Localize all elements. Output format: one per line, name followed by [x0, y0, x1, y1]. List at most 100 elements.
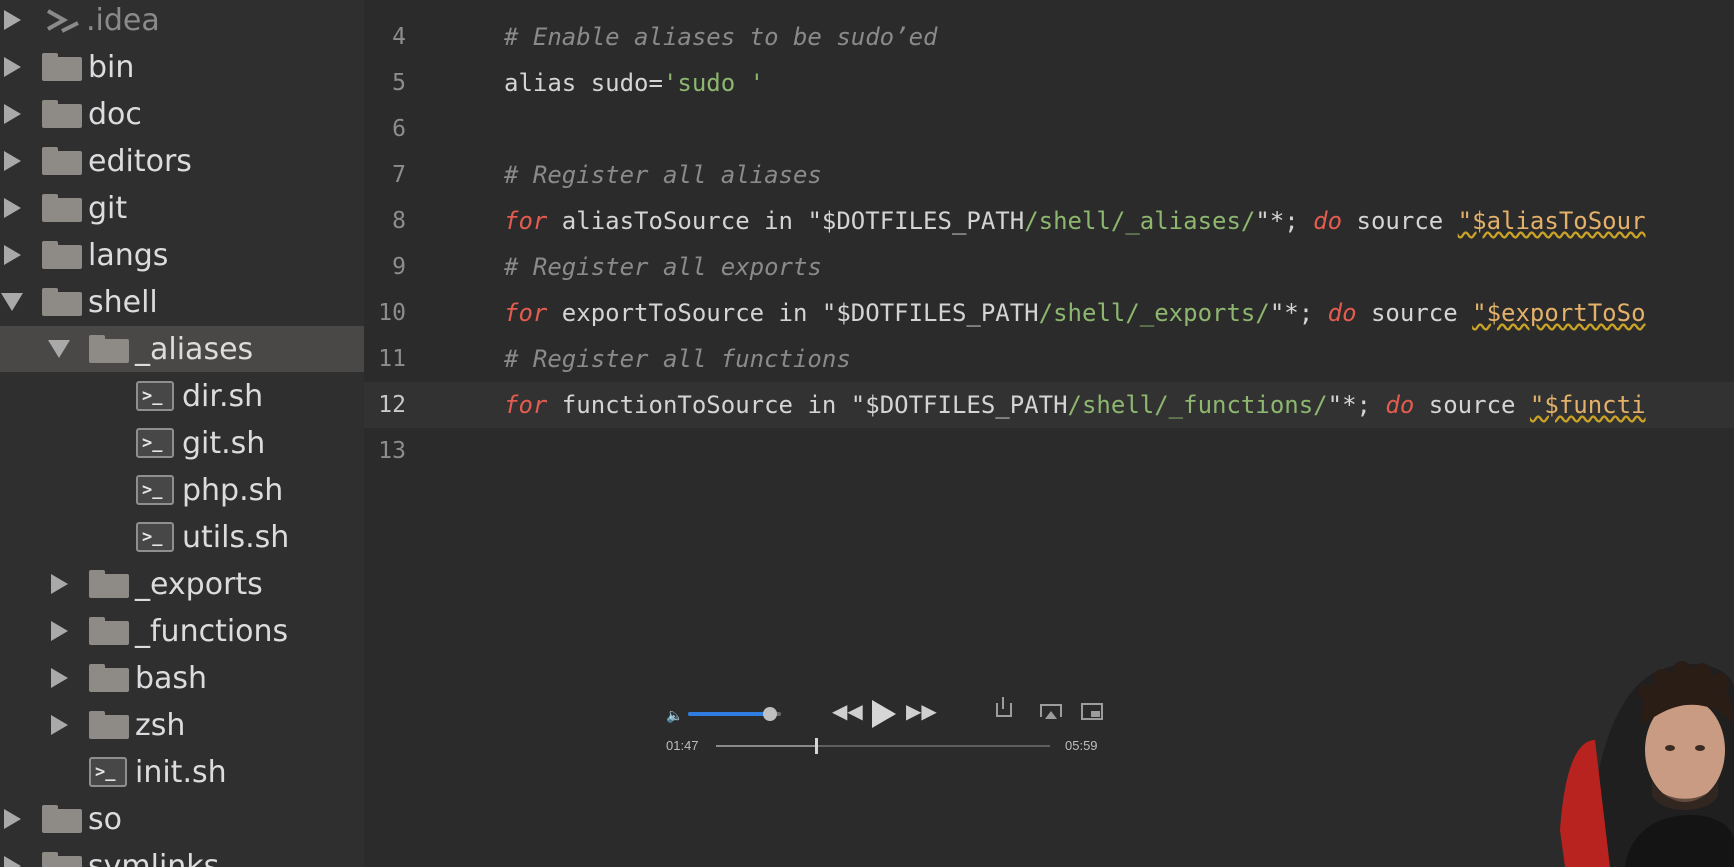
tree-item[interactable]: >_ dir.sh — [0, 373, 364, 419]
folder-icon — [42, 288, 82, 316]
code-token: "*; — [1327, 391, 1386, 419]
code-line[interactable]: 5 alias sudo='sudo ' — [364, 60, 1734, 106]
tree-item[interactable]: bin — [0, 44, 364, 90]
tree-item[interactable]: git — [0, 185, 364, 231]
collapsed-arrow-icon[interactable] — [3, 809, 21, 829]
collapsed-arrow-icon[interactable] — [3, 198, 21, 218]
shell-file-icon: >_ — [89, 757, 127, 787]
code-text: # Register all exports — [504, 253, 822, 281]
tree-item[interactable]: >_ utils.sh — [0, 514, 364, 560]
code-line[interactable]: 7 # Register all aliases — [364, 152, 1734, 198]
folder-icon — [42, 194, 82, 222]
tree-item[interactable]: >_ git.sh — [0, 420, 364, 466]
code-token: for — [504, 391, 548, 419]
picture-in-picture-icon[interactable] — [1081, 703, 1103, 720]
line-number: 8 — [392, 208, 406, 234]
collapsed-arrow-icon[interactable] — [3, 245, 21, 265]
collapsed-arrow-icon[interactable] — [50, 574, 68, 594]
code-line[interactable]: 11 # Register all functions — [364, 336, 1734, 382]
elapsed-time: 01:47 — [666, 738, 699, 753]
tree-item-label: symlinks — [88, 848, 220, 867]
collapsed-arrow-icon[interactable] — [3, 151, 21, 171]
line-number: 13 — [378, 438, 406, 464]
rewind-icon[interactable]: ◀◀ — [832, 699, 863, 724]
tree-item-label: php.sh — [182, 472, 284, 508]
tree-item-label: .idea — [86, 2, 160, 38]
tree-item[interactable]: >_ init.sh — [0, 749, 364, 795]
code-token: # Register all functions — [504, 345, 851, 373]
line-number: 11 — [378, 346, 406, 372]
folder-icon — [89, 570, 129, 598]
fast-forward-icon[interactable]: ▶▶ — [906, 699, 937, 724]
tree-item[interactable]: _exports — [0, 561, 364, 607]
expanded-arrow-icon[interactable] — [48, 340, 70, 358]
code-token: do — [1385, 391, 1415, 419]
code-token: # Register all aliases — [504, 161, 822, 189]
tree-item-label: _aliases — [135, 331, 254, 367]
volume-slider[interactable] — [688, 707, 781, 721]
code-token: 'sudo ' — [662, 69, 765, 97]
total-time: 05:59 — [1065, 738, 1098, 753]
play-icon[interactable] — [872, 700, 896, 728]
code-line[interactable]: 9 # Register all exports — [364, 244, 1734, 290]
scrubber-track[interactable] — [716, 738, 1050, 754]
collapsed-arrow-icon[interactable] — [3, 10, 21, 30]
tree-item[interactable]: _functions — [0, 608, 364, 654]
code-token: source — [1356, 299, 1473, 327]
code-line[interactable]: 8 for aliasToSource in "$DOTFILES_PATH/sh… — [364, 198, 1734, 244]
code-text: alias sudo='sudo ' — [504, 69, 764, 97]
video-player-controls: 🔈 ◀◀ ▶▶ 01:47 05:59 — [650, 690, 1110, 760]
tree-item[interactable]: so — [0, 796, 364, 842]
code-token: # Register all exports — [504, 253, 822, 281]
code-line[interactable]: 10 for exportToSource in "$DOTFILES_PATH/… — [364, 290, 1734, 336]
code-token: "*; — [1255, 207, 1314, 235]
folder-icon — [42, 805, 82, 833]
tree-item[interactable]: doc — [0, 91, 364, 137]
collapsed-arrow-icon[interactable] — [3, 57, 21, 77]
line-number: 5 — [392, 70, 406, 96]
scrubber-knob[interactable] — [814, 738, 818, 754]
collapsed-arrow-icon[interactable] — [3, 104, 21, 124]
tree-item-label: shell — [88, 284, 158, 320]
share-icon[interactable] — [996, 697, 1012, 717]
tree-item-label: zsh — [135, 707, 186, 743]
collapsed-arrow-icon[interactable] — [3, 856, 21, 867]
tree-item[interactable]: symlinks — [0, 843, 364, 867]
line-number: 4 — [392, 24, 406, 50]
code-line[interactable]: 12 for functionToSource in "$DOTFILES_PAT… — [364, 382, 1734, 428]
code-line[interactable]: 13 — [364, 428, 1734, 474]
tree-item[interactable]: bash — [0, 655, 364, 701]
code-line[interactable]: 6 — [364, 106, 1734, 152]
shell-file-icon: >_ — [136, 475, 174, 505]
line-number: 10 — [378, 300, 406, 326]
tree-item[interactable]: .idea — [0, 0, 364, 43]
tree-item[interactable]: zsh — [0, 702, 364, 748]
expanded-arrow-icon[interactable] — [1, 293, 23, 311]
code-text: # Register all aliases — [504, 161, 822, 189]
airplay-icon[interactable] — [1040, 704, 1062, 719]
code-text: # Register all functions — [504, 345, 851, 373]
shell-file-icon: >_ — [136, 381, 174, 411]
code-token: source — [1342, 207, 1458, 235]
line-number: 12 — [378, 392, 406, 418]
tree-item[interactable]: >_ php.sh — [0, 467, 364, 513]
code-token: /shell/_aliases/ — [1024, 207, 1256, 235]
tree-item-label: langs — [88, 237, 169, 273]
collapsed-arrow-icon[interactable] — [50, 668, 68, 688]
tree-item[interactable]: shell — [0, 279, 364, 325]
idea-icon — [47, 9, 79, 33]
code-token: functionToSource in "$DOTFILES_PATH — [547, 391, 1068, 419]
code-token: do — [1313, 207, 1343, 235]
code-token: for — [504, 299, 548, 327]
collapsed-arrow-icon[interactable] — [50, 715, 68, 735]
tree-item[interactable]: _aliases — [0, 326, 364, 372]
tree-item[interactable]: editors — [0, 138, 364, 184]
tree-item-label: dir.sh — [182, 378, 264, 414]
code-text: for exportToSource in "$DOTFILES_PATH/sh… — [504, 299, 1646, 327]
collapsed-arrow-icon[interactable] — [50, 621, 68, 641]
tree-item[interactable]: langs — [0, 232, 364, 278]
speaker-icon[interactable]: 🔈 — [666, 707, 683, 724]
folder-icon — [89, 711, 129, 739]
volume-knob[interactable] — [762, 707, 777, 721]
code-line[interactable]: 4 # Enable aliases to be sudo’ed — [364, 14, 1734, 60]
